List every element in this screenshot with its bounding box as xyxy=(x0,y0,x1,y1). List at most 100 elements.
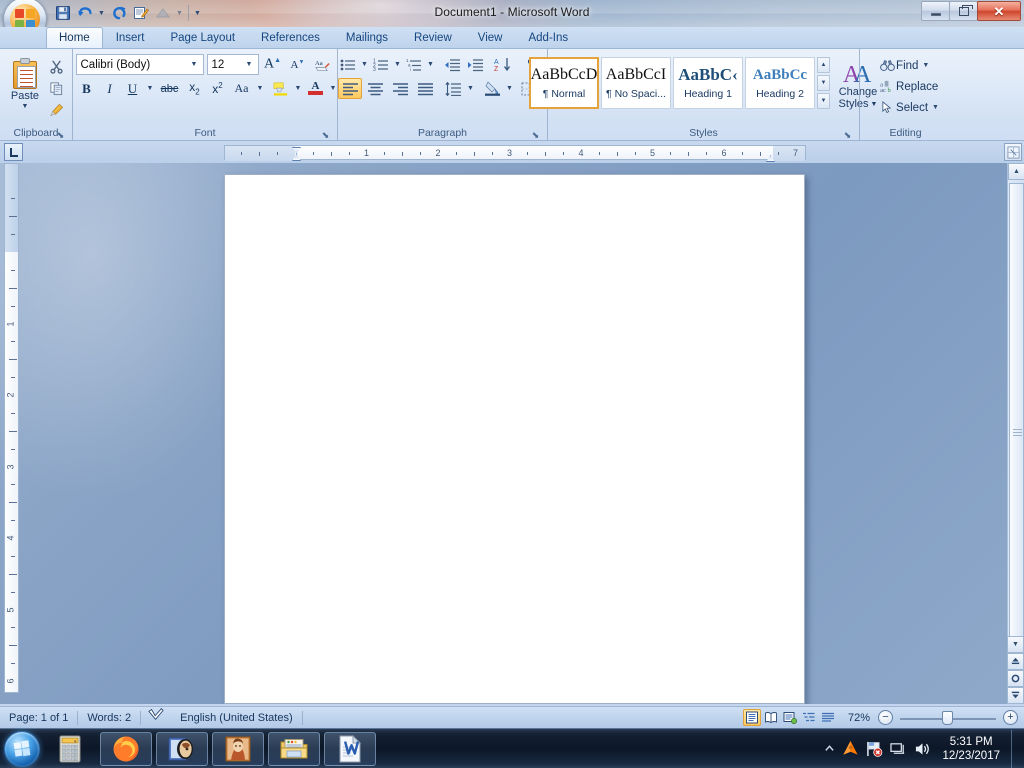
style-normal[interactable]: AaBbCcD ¶ Normal xyxy=(529,57,599,109)
copy-button[interactable] xyxy=(45,78,67,99)
taskbar-item-calculator[interactable]: 0 xyxy=(44,732,96,766)
paste-dropdown-icon[interactable]: ▼ xyxy=(22,103,29,110)
multilevel-list-dropdown-icon[interactable]: ▼ xyxy=(425,54,436,75)
align-center-button[interactable] xyxy=(363,78,387,99)
status-language[interactable]: English (United States) xyxy=(171,707,302,729)
tab-add-ins[interactable]: Add-Ins xyxy=(515,27,581,48)
undo-dropdown[interactable]: ▼ xyxy=(96,3,107,23)
zoom-level[interactable]: 72% xyxy=(838,707,877,729)
line-spacing-dropdown-icon[interactable]: ▼ xyxy=(465,78,476,99)
next-page-button[interactable] xyxy=(1007,687,1024,704)
change-case-button[interactable]: Aa xyxy=(230,78,254,99)
tab-home[interactable]: Home xyxy=(46,27,103,48)
style-heading-1[interactable]: AaBbC‹ Heading 1 xyxy=(673,57,743,109)
increase-indent-button[interactable] xyxy=(464,54,486,75)
tab-insert[interactable]: Insert xyxy=(103,27,158,48)
volume-tray-icon[interactable] xyxy=(914,741,931,757)
subscript-button[interactable]: x2 xyxy=(184,78,206,99)
tab-view[interactable]: View xyxy=(465,27,516,48)
show-desktop-button[interactable] xyxy=(1011,730,1020,768)
cut-button[interactable] xyxy=(45,56,67,77)
strikethrough-button[interactable]: abc xyxy=(157,78,183,99)
styles-more-button[interactable]: ▼ xyxy=(817,93,830,109)
sort-button[interactable]: A Z xyxy=(491,54,515,75)
select-button[interactable]: Select ▼ xyxy=(876,97,941,118)
shading-button[interactable] xyxy=(481,78,503,99)
view-draft-button[interactable] xyxy=(819,709,837,726)
zoom-slider-knob[interactable] xyxy=(942,711,953,725)
network-tray-icon[interactable] xyxy=(890,741,907,757)
avast-tray-icon[interactable] xyxy=(842,740,859,757)
styles-scroll-up-button[interactable]: ▲ xyxy=(817,57,830,73)
close-button[interactable]: ✕ xyxy=(977,1,1021,21)
underline-dropdown-icon[interactable]: ▼ xyxy=(145,78,156,99)
underline-button[interactable]: U xyxy=(122,78,144,99)
show-hidden-icons-button[interactable] xyxy=(824,743,835,754)
scroll-up-button[interactable]: ▲ xyxy=(1008,163,1024,180)
shading-dropdown-icon[interactable]: ▼ xyxy=(504,78,515,99)
zoom-in-button[interactable]: + xyxy=(1003,710,1018,725)
minimize-button[interactable] xyxy=(921,1,950,21)
numbering-button[interactable]: 1 2 3 xyxy=(371,54,391,75)
italic-button[interactable]: I xyxy=(99,78,121,99)
save-button[interactable] xyxy=(52,3,73,23)
clear-formatting-button[interactable]: Aa xyxy=(312,54,334,75)
replace-button[interactable]: a ac b Replace xyxy=(876,76,940,97)
style-no-spacing[interactable]: AaBbCcI ¶ No Spaci... xyxy=(601,57,671,109)
view-print-layout-button[interactable] xyxy=(743,709,761,726)
browse-object-button[interactable] xyxy=(1007,670,1024,687)
font-name-input[interactable]: Calibri (Body) ▼ xyxy=(76,54,204,75)
taskbar-item-firefox[interactable] xyxy=(100,732,152,766)
taskbar-item-photo[interactable] xyxy=(212,732,264,766)
view-ruler-toggle[interactable] xyxy=(1004,143,1022,161)
taskbar-item-file-explorer[interactable] xyxy=(268,732,320,766)
highlight-dropdown-icon[interactable]: ▼ xyxy=(293,78,304,99)
view-outline-button[interactable] xyxy=(800,709,818,726)
horizontal-ruler[interactable]: 1234567 xyxy=(224,145,806,160)
bullets-button[interactable] xyxy=(338,54,358,75)
tab-review[interactable]: Review xyxy=(401,27,465,48)
start-button[interactable] xyxy=(4,731,40,767)
highlight-button[interactable] xyxy=(270,78,292,99)
vertical-scrollbar[interactable]: ▲ ▼ xyxy=(1007,163,1024,704)
quick-print-button[interactable] xyxy=(130,3,151,23)
status-words[interactable]: Words: 2 xyxy=(78,707,140,729)
view-web-layout-button[interactable] xyxy=(781,709,799,726)
vertical-ruler[interactable]: 123456 xyxy=(4,163,19,693)
font-size-dropdown-icon[interactable]: ▼ xyxy=(243,61,256,68)
grow-font-button[interactable]: A▲ xyxy=(262,54,284,75)
bold-button[interactable]: B xyxy=(76,78,98,99)
tab-mailings[interactable]: Mailings xyxy=(333,27,401,48)
multilevel-list-button[interactable]: 1 a i xyxy=(404,54,424,75)
find-dropdown-icon[interactable]: ▼ xyxy=(922,62,929,69)
bullets-dropdown-icon[interactable]: ▼ xyxy=(359,54,370,75)
decrease-indent-button[interactable] xyxy=(441,54,463,75)
previous-page-button[interactable] xyxy=(1007,653,1024,670)
format-painter-button[interactable] xyxy=(45,100,67,121)
scroll-down-button[interactable]: ▼ xyxy=(1007,636,1024,653)
document-page[interactable] xyxy=(224,174,805,704)
style-heading-2[interactable]: AaBbCc Heading 2 xyxy=(745,57,815,109)
taskbar-clock[interactable]: 5:31 PM 12/23/2017 xyxy=(938,735,1004,763)
proofing-status-button[interactable] xyxy=(141,707,171,729)
line-spacing-button[interactable] xyxy=(442,78,464,99)
font-color-button[interactable]: A xyxy=(305,78,327,99)
status-page[interactable]: Page: 1 of 1 xyxy=(0,707,77,729)
align-right-button[interactable] xyxy=(388,78,412,99)
superscript-button[interactable]: x2 xyxy=(207,78,229,99)
justify-button[interactable] xyxy=(413,78,437,99)
tab-page-layout[interactable]: Page Layout xyxy=(157,27,248,48)
action-center-button[interactable] xyxy=(866,741,883,757)
tab-references[interactable]: References xyxy=(248,27,333,48)
undo-button[interactable] xyxy=(74,3,95,23)
font-size-input[interactable]: 12 ▼ xyxy=(207,54,259,75)
zoom-out-button[interactable]: − xyxy=(878,710,893,725)
font-dialog-launcher[interactable]: ⬊ xyxy=(320,129,331,140)
paste-button[interactable]: Paste ▼ xyxy=(5,55,45,111)
styles-dialog-launcher[interactable]: ⬊ xyxy=(842,129,853,140)
zoom-slider[interactable] xyxy=(900,710,996,726)
tab-selector-button[interactable] xyxy=(4,143,23,161)
customize-qat-button[interactable]: ▼ xyxy=(192,3,203,23)
restore-button[interactable] xyxy=(949,1,978,21)
taskbar-item-image-viewer[interactable] xyxy=(156,732,208,766)
